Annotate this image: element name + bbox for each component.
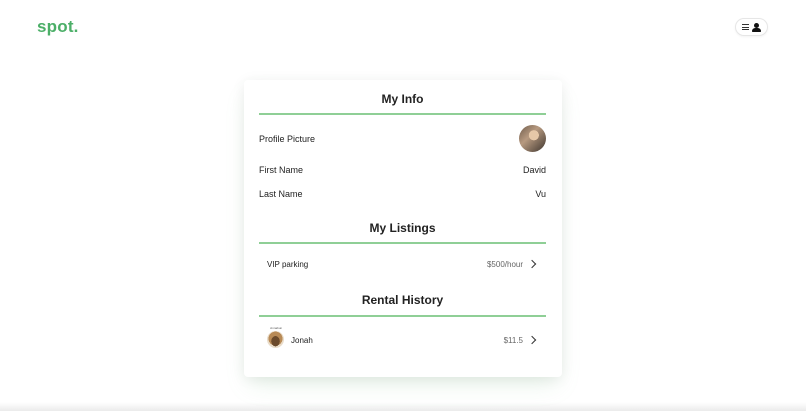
chevron-right-icon (527, 259, 537, 269)
hamburger-icon (741, 24, 749, 30)
last-name-label: Last Name (259, 189, 303, 199)
renter-name: Jonah (291, 336, 313, 345)
avatar[interactable] (519, 125, 546, 152)
chevron-right-icon (527, 335, 537, 345)
my-info-divider (259, 113, 546, 115)
bottom-shadow (0, 402, 806, 411)
thumbnail-caption: cinnabun (270, 326, 283, 330)
my-listings-title: My Listings (369, 221, 436, 235)
profile-card: My Info Profile Picture First Name David… (244, 80, 562, 377)
rental-row[interactable]: cinnabun Jonah $11.5 (259, 326, 546, 354)
my-info-title: My Info (381, 92, 424, 106)
listing-name: VIP parking (267, 260, 309, 269)
first-name-value: David (522, 165, 546, 175)
rental-history-divider (259, 315, 546, 317)
rental-price: $11.5 (503, 336, 523, 345)
my-listings-divider (259, 242, 546, 244)
logo[interactable]: spot. (37, 17, 79, 37)
listing-row[interactable]: VIP parking $500/hour (259, 252, 546, 278)
last-name-value: Vu (535, 189, 546, 199)
rental-history-title: Rental History (361, 293, 444, 307)
account-menu-button[interactable] (735, 18, 768, 36)
listing-price: $500/hour (486, 260, 523, 269)
profile-picture-label: Profile Picture (259, 134, 316, 144)
rental-thumbnail (267, 331, 284, 348)
user-icon (752, 22, 762, 32)
first-name-label: First Name (259, 165, 304, 175)
